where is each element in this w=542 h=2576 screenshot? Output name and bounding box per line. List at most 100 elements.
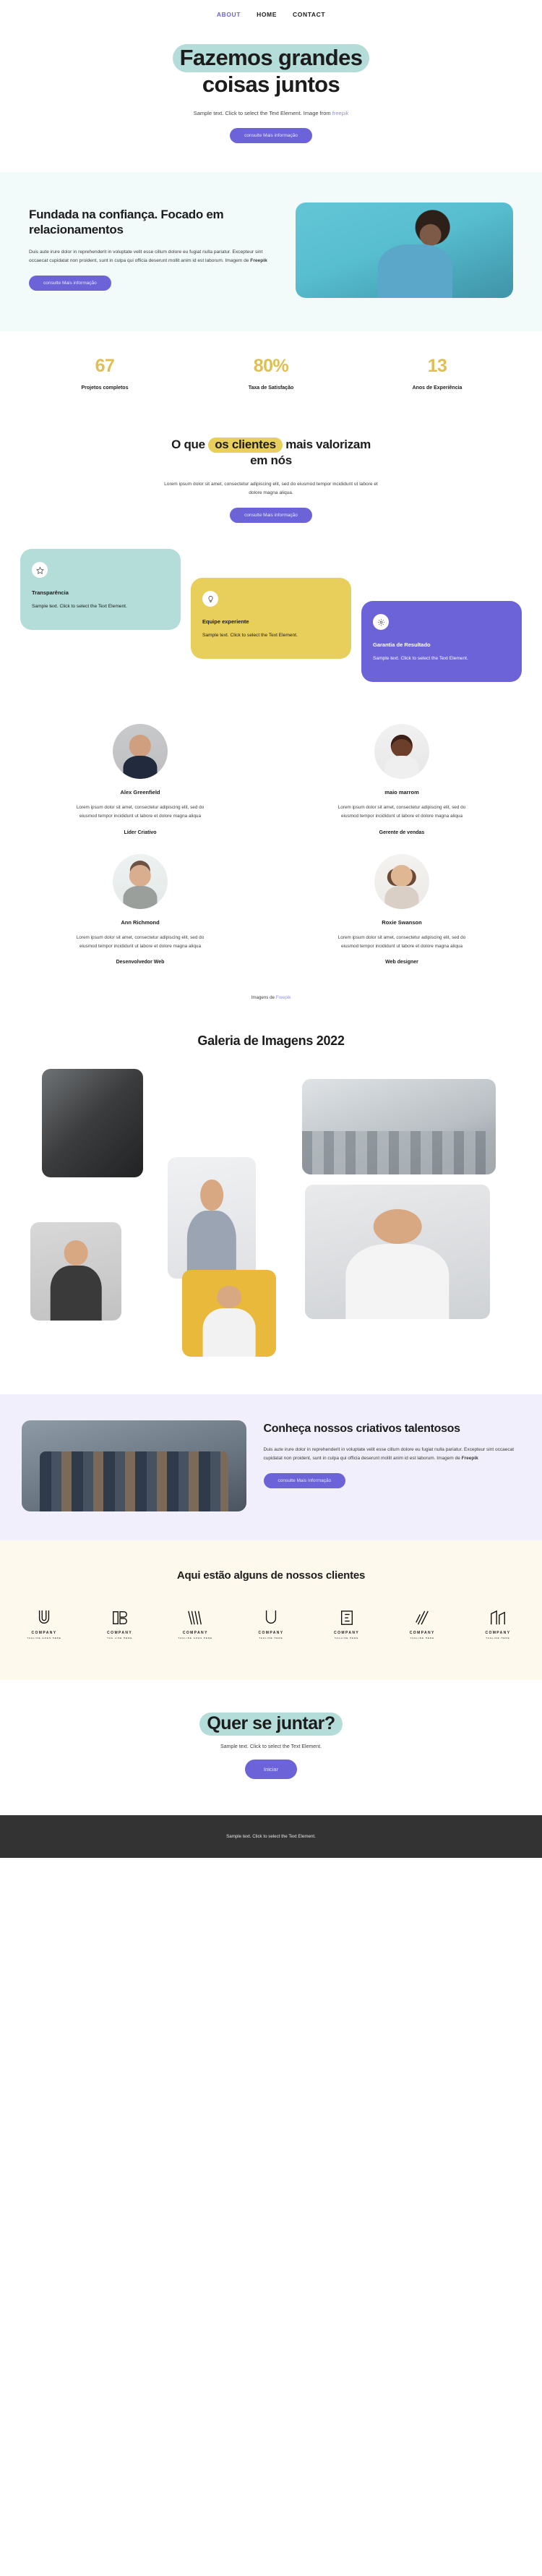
freepik-link[interactable]: Freepik xyxy=(276,995,291,1000)
footer-text: Sample text. Click to select the Text El… xyxy=(226,1834,316,1840)
client-name: COMPANY xyxy=(31,1631,57,1636)
team-image-credit: Imagens de Freepik xyxy=(20,984,522,1025)
feature-card-text: Sample text. Click to select the Text El… xyxy=(202,633,298,639)
about-cta-button[interactable]: consulte Mais informação xyxy=(29,276,111,291)
client-logo: COMPANY TAGLINE GOES HERE xyxy=(17,1606,71,1639)
stat-item: 13 Anos de Experiência xyxy=(354,356,520,391)
values-heading: O que os clientes mais valorizam em nós xyxy=(163,437,379,469)
join-heading-text: Quer se juntar? xyxy=(199,1713,343,1736)
clients-heading: Aqui estão alguns de nossos clientes xyxy=(176,1569,366,1582)
client-tagline: TAGLINE HERE xyxy=(410,1637,434,1640)
creative-cta-button[interactable]: consulte Mais informação xyxy=(263,1473,346,1489)
client-logo: COMPANY TAGLINE HERE xyxy=(244,1606,298,1639)
gallery-image[interactable] xyxy=(42,1069,143,1178)
join-cta-section: Quer se juntar? Sample text. Click to se… xyxy=(0,1680,542,1816)
about-photo xyxy=(295,202,513,299)
team-member-role: Gerente de vendas xyxy=(379,829,425,835)
gallery-section: Galeria de Imagens 2022 xyxy=(0,1029,542,1395)
stat-label: Taxa de Satisfação xyxy=(248,385,294,391)
page-footer: Sample text. Click to select the Text El… xyxy=(0,1815,542,1859)
creative-heading: Conheça nossos criativos talentosos xyxy=(263,1423,461,1436)
top-navigation: ABOUT HOME CONTACT xyxy=(0,0,542,29)
hero-title: Fazemos grandes coisas juntos xyxy=(119,44,423,98)
client-tagline: TAG LINE HERE xyxy=(107,1637,133,1640)
team-row: Ann Richmond Lorem ipsum dolor sit amet,… xyxy=(20,853,522,965)
feature-card[interactable]: Equipe experiente Sample text. Click to … xyxy=(191,578,351,660)
company-mark-icon xyxy=(168,1606,222,1626)
nav-item-about[interactable]: ABOUT xyxy=(217,11,241,18)
team-member-bio: Lorem ipsum dolor sit amet, consectetur … xyxy=(76,805,205,819)
gallery-image[interactable] xyxy=(30,1222,121,1321)
clients-section: Aqui estão alguns de nossos clientes COM… xyxy=(0,1540,542,1681)
values-section: O que os clientes mais valorizam em nós … xyxy=(0,419,542,531)
team-member: maio marrom Lorem ipsum dolor sit amet, … xyxy=(282,724,522,835)
client-name: COMPANY xyxy=(409,1631,435,1636)
team-member-bio: Lorem ipsum dolor sit amet, consectetur … xyxy=(76,934,205,949)
values-heading-part1: O que xyxy=(171,438,209,452)
nav-item-home[interactable]: HOME xyxy=(257,11,277,18)
hero-subtitle: Sample text. Click to select the Text El… xyxy=(0,109,542,118)
feature-card-text: Sample text. Click to select the Text El… xyxy=(373,656,468,662)
hero-section: Fazemos grandes coisas juntos Sample tex… xyxy=(0,29,542,173)
company-mark-icon xyxy=(244,1606,298,1626)
hero-title-line2: coisas juntos xyxy=(202,71,340,97)
avatar xyxy=(113,853,168,909)
team-member: Ann Richmond Lorem ipsum dolor sit amet,… xyxy=(20,853,260,965)
hero-title-line1: Fazemos grandes xyxy=(172,44,370,72)
gallery-image[interactable] xyxy=(182,1270,276,1357)
client-logo: COMPANY TAGLINE HERE xyxy=(471,1606,525,1639)
gallery-image[interactable] xyxy=(302,1079,496,1175)
gallery-heading: Galeria de Imagens 2022 xyxy=(197,1033,345,1049)
team-member-role: Desenvolvedor Web xyxy=(116,960,165,965)
team-member: Alex Greenfield Lorem ipsum dolor sit am… xyxy=(20,724,260,835)
team-member-name: Roxie Swanson xyxy=(382,918,422,926)
gallery-image[interactable] xyxy=(305,1185,490,1320)
client-name: COMPANY xyxy=(485,1631,511,1636)
stat-item: 80% Taxa de Satisfação xyxy=(188,356,354,391)
team-credit-text: Imagens de xyxy=(251,995,276,1001)
client-logo-row: COMPANY TAGLINE GOES HERE COMPANY TAG LI… xyxy=(17,1606,525,1639)
creative-text-column: Conheça nossos criativos talentosos Duis… xyxy=(263,1420,521,1489)
team-member-role: Líder Criativo xyxy=(124,829,157,835)
feature-card-title: Equipe experiente xyxy=(202,618,249,626)
feature-card[interactable]: Garantia de Resultado Sample text. Click… xyxy=(361,601,522,683)
client-logo: COMPANY TAGLINE HERE xyxy=(320,1606,374,1639)
avatar xyxy=(374,724,429,780)
team-member-role: Web designer xyxy=(385,960,418,965)
stat-label: Projetos completos xyxy=(81,385,129,391)
company-mark-icon xyxy=(320,1606,374,1626)
team-member-name: Ann Richmond xyxy=(121,918,160,926)
team-member-bio: Lorem ipsum dolor sit amet, consectetur … xyxy=(337,934,466,949)
about-body-text: Duis aute irure dolor in reprehenderit i… xyxy=(29,249,263,263)
freepik-link[interactable]: freepik xyxy=(332,110,349,116)
gallery-image[interactable] xyxy=(168,1157,256,1279)
values-heading-highlight: os clientes xyxy=(208,438,283,453)
stat-number: 67 xyxy=(95,356,115,377)
feature-card[interactable]: Transparência Sample text. Click to sele… xyxy=(20,549,181,631)
team-member-name: maio marrom xyxy=(384,789,419,796)
stats-section: 67 Projetos completos 80% Taxa de Satisf… xyxy=(0,331,542,420)
nav-item-contact[interactable]: CONTACT xyxy=(293,11,325,18)
hero-subtitle-text: Sample text. Click to select the Text El… xyxy=(193,110,332,117)
client-tagline: TAGLINE HERE xyxy=(486,1637,510,1640)
gear-icon xyxy=(373,614,389,631)
team-member: Roxie Swanson Lorem ipsum dolor sit amet… xyxy=(282,853,522,965)
values-cta-button[interactable]: consulte Mais informação xyxy=(230,508,312,524)
feature-card-title: Transparência xyxy=(32,589,69,597)
hero-cta-button[interactable]: consulte Mais informação xyxy=(230,128,312,144)
client-tagline: TAGLINE GOES HERE xyxy=(178,1637,213,1640)
client-logo: COMPANY TAG LINE HERE xyxy=(93,1606,147,1639)
client-name: COMPANY xyxy=(107,1631,133,1636)
about-heading: Fundada na confiança. Focado em relacion… xyxy=(29,208,224,237)
stat-label: Anos de Experiência xyxy=(412,385,463,391)
join-subtitle: Sample text. Click to select the Text El… xyxy=(220,1744,322,1750)
about-body-bold: Freepik xyxy=(250,257,267,263)
avatar xyxy=(113,724,168,780)
creative-team-section: Conheça nossos criativos talentosos Duis… xyxy=(0,1394,542,1541)
client-name: COMPANY xyxy=(334,1631,360,1636)
client-name: COMPANY xyxy=(258,1631,284,1636)
company-mark-icon xyxy=(17,1606,71,1626)
client-tagline: TAGLINE HERE xyxy=(259,1637,283,1640)
join-start-button[interactable]: Iniciar xyxy=(244,1760,297,1780)
team-section: Alex Greenfield Lorem ipsum dolor sit am… xyxy=(0,724,542,1030)
